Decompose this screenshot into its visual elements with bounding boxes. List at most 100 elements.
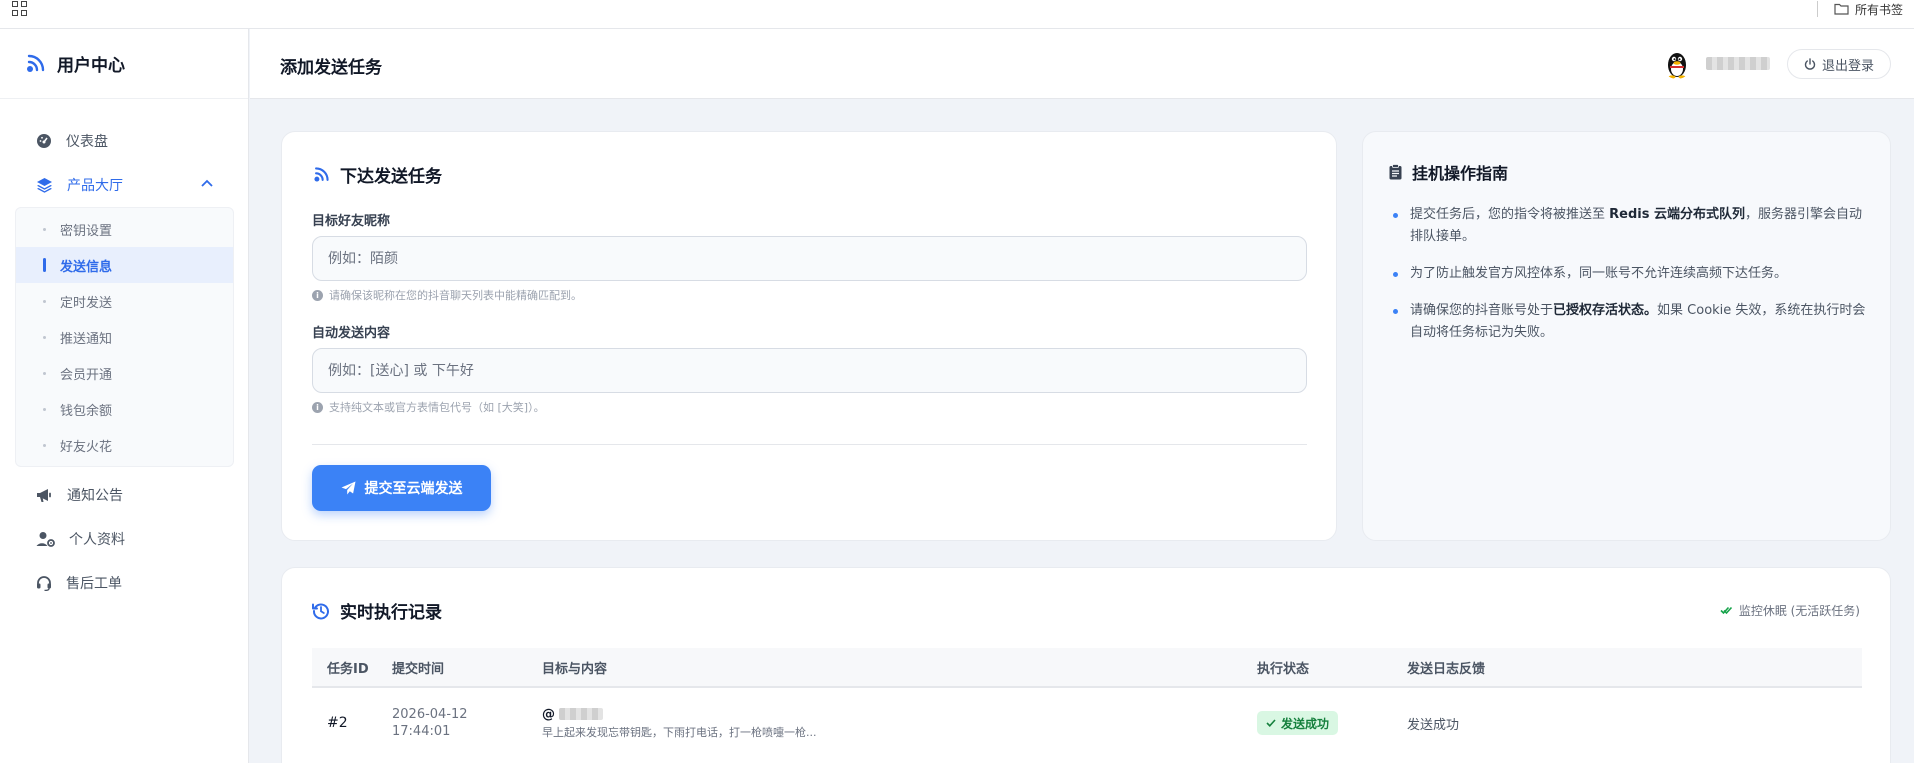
avatar[interactable] <box>1662 49 1692 79</box>
clipboard-icon <box>1389 164 1402 180</box>
paper-plane-icon <box>341 481 355 495</box>
col-feedback: 发送日志反馈 <box>1407 661 1486 677</box>
table-row[interactable]: #2 2026-04-12 17:44:01 @ 早上起来发现忘带钥匙，下雨打电… <box>312 688 1862 758</box>
target-hint: i 请确保该昵称在您的抖音聊天列表中能精确匹配到。 <box>312 287 582 303</box>
table-header: 任务ID 提交时间 目标与内容 执行状态 发送日志反馈 <box>312 648 1862 688</box>
info-icon: i <box>312 289 323 301</box>
target-masked <box>559 708 603 720</box>
chevron-up-icon <box>201 179 213 187</box>
execution-log-card: 实时执行记录 监控休眠 (无活跃任务) 任务ID 提交时间 目标与内容 执行状态… <box>281 567 1891 763</box>
sidebar-subitem-wallet[interactable]: 钱包余额 <box>16 391 233 427</box>
status-cell: 发送成功 <box>1257 711 1407 735</box>
bookmarks-bar: 所有书签 <box>0 0 1914 29</box>
sidebar-subitem-friend-spark[interactable]: 好友火花 <box>16 427 233 463</box>
target-hint-text: 请确保该昵称在您的抖音聊天列表中能精确匹配到。 <box>329 289 582 302</box>
subitem-label: 钱包余额 <box>60 403 113 419</box>
signal-icon <box>27 54 45 72</box>
penguin-avatar-icon <box>1668 53 1686 79</box>
sidebar-item-label: 产品大厅 <box>67 178 123 194</box>
sidebar-item-label: 通知公告 <box>67 488 123 504</box>
auto-content-input[interactable] <box>312 348 1307 393</box>
sidebar-item-label: 个人资料 <box>69 532 125 548</box>
all-bookmarks-label: 所有书签 <box>1855 2 1904 17</box>
monitor-status: 监控休眠 (无活跃任务) <box>1720 602 1860 619</box>
history-icon <box>312 602 329 619</box>
monitor-status-text: 监控休眠 (无活跃任务) <box>1738 604 1860 618</box>
sidebar-subitem-scheduled-send[interactable]: 定时发送 <box>16 283 233 319</box>
headset-icon <box>37 576 51 591</box>
guide-card: 挂机操作指南 提交任务后，您的指令将被推送至 Redis 云端分布式队列，服务器… <box>1362 131 1891 541</box>
content-label: 自动发送内容 <box>312 326 391 341</box>
subitem-label: 推送通知 <box>60 331 113 347</box>
form-title: 下达发送任务 <box>312 162 442 187</box>
apps-grid-icon[interactable] <box>12 1 28 17</box>
bookmarks-separator <box>1817 1 1818 17</box>
sidebar-item-label: 售后工单 <box>66 576 122 592</box>
guide-title-text: 挂机操作指南 <box>1412 164 1509 183</box>
submit-clock: 17:44:01 <box>392 724 451 739</box>
sidebar-item-announcements[interactable]: 通知公告 <box>0 473 248 517</box>
brand[interactable]: 用户中心 <box>0 29 248 99</box>
sidebar-subitem-send-message[interactable]: 发送信息 <box>16 247 233 283</box>
logout-label: 退出登录 <box>1821 58 1874 74</box>
col-target-content: 目标与内容 <box>542 661 608 677</box>
sidebar: 用户中心 仪表盘 产品大厅 密钥设置 发送信息 定时发送 推送通知 会员开通 钱… <box>0 29 249 763</box>
col-status: 执行状态 <box>1257 661 1310 677</box>
subitem-label: 好友火花 <box>60 439 113 455</box>
message-content: 早上起来发现忘带钥匙，下雨打电话，打一枪喷嚏一枪... <box>542 725 817 739</box>
log-title-text: 实时执行记录 <box>340 603 442 623</box>
col-task-id: 任务ID <box>327 661 369 677</box>
guide-item: 为了防止触发官方风控体系，同一账号不允许连续高频下达任务。 <box>1389 263 1869 285</box>
guide-title: 挂机操作指南 <box>1389 160 1508 184</box>
page-title: 添加发送任务 <box>280 58 382 78</box>
target-line: @ <box>542 707 1257 722</box>
all-bookmarks-button[interactable]: 所有书签 <box>1834 0 1903 18</box>
signal-icon <box>314 166 329 182</box>
subitem-label: 密钥设置 <box>60 223 113 239</box>
sidebar-subitem-push-notify[interactable]: 推送通知 <box>16 319 233 355</box>
subitem-label: 会员开通 <box>60 367 113 383</box>
sidebar-item-label: 仪表盘 <box>66 134 108 150</box>
guide-bold: Redis 云端分布式队列 <box>1609 207 1745 222</box>
layers-icon <box>37 178 52 193</box>
guide-text: 请确保您的抖音账号处于 <box>1410 303 1554 318</box>
dashboard-icon <box>37 134 51 148</box>
submit-label: 提交至云端发送 <box>364 481 463 497</box>
form-title-text: 下达发送任务 <box>340 167 442 187</box>
sidebar-subitem-key-settings[interactable]: 密钥设置 <box>16 211 233 247</box>
log-title: 实时执行记录 <box>312 598 442 623</box>
sidebar-item-profile[interactable]: 个人资料 <box>0 517 248 561</box>
guide-bold: 已授权存活状态。 <box>1553 303 1658 318</box>
logout-button[interactable]: 退出登录 <box>1787 49 1891 79</box>
username-masked <box>1706 57 1770 70</box>
send-task-form-card: 下达发送任务 目标好友昵称 i 请确保该昵称在您的抖音聊天列表中能精确匹配到。 自… <box>281 131 1337 541</box>
status-text: 发送成功 <box>1281 716 1330 731</box>
submit-time: 2026-04-12 17:44:01 <box>392 706 542 740</box>
sidebar-item-dashboard[interactable]: 仪表盘 <box>0 119 248 163</box>
content-hint-text: 支持纯文本或官方表情包代号（如 [大笑]）。 <box>329 401 545 414</box>
brand-name: 用户中心 <box>57 56 125 76</box>
sidebar-nav: 仪表盘 产品大厅 密钥设置 发送信息 定时发送 推送通知 会员开通 钱包余额 好… <box>0 99 248 605</box>
log-feedback: 发送成功 <box>1407 717 1460 733</box>
guide-item: 请确保您的抖音账号处于已授权存活状态。如果 Cookie 失效，系统在执行时会自… <box>1389 300 1869 344</box>
power-icon <box>1804 58 1816 70</box>
target-label: 目标好友昵称 <box>312 214 391 229</box>
col-submit-time: 提交时间 <box>392 661 445 677</box>
subitem-label: 定时发送 <box>60 295 113 311</box>
content-hint: i 支持纯文本或官方表情包代号（如 [大笑]）。 <box>312 399 545 415</box>
folder-icon <box>1834 3 1849 15</box>
guide-item: 提交任务后，您的指令将被推送至 Redis 云端分布式队列，服务器引擎会自动排队… <box>1389 204 1869 248</box>
guide-text: 提交任务后，您的指令将被推送至 <box>1410 207 1610 222</box>
sidebar-item-product-hall[interactable]: 产品大厅 <box>0 163 248 207</box>
sidebar-subitem-membership[interactable]: 会员开通 <box>16 355 233 391</box>
sidebar-item-support-ticket[interactable]: 售后工单 <box>0 561 248 605</box>
status-badge: 发送成功 <box>1257 711 1339 735</box>
at-sign: @ <box>542 706 555 722</box>
check-icon <box>1266 719 1276 727</box>
guide-text: 为了防止触发官方风控体系，同一账号不允许连续高频下达任务。 <box>1410 266 1788 281</box>
top-header: 添加发送任务 退出登录 <box>250 29 1914 99</box>
log-table: 任务ID 提交时间 目标与内容 执行状态 发送日志反馈 #2 2026-04-1… <box>312 648 1862 758</box>
submit-to-cloud-button[interactable]: 提交至云端发送 <box>312 465 491 511</box>
user-gear-icon <box>36 532 55 547</box>
target-nickname-input[interactable] <box>312 236 1307 281</box>
